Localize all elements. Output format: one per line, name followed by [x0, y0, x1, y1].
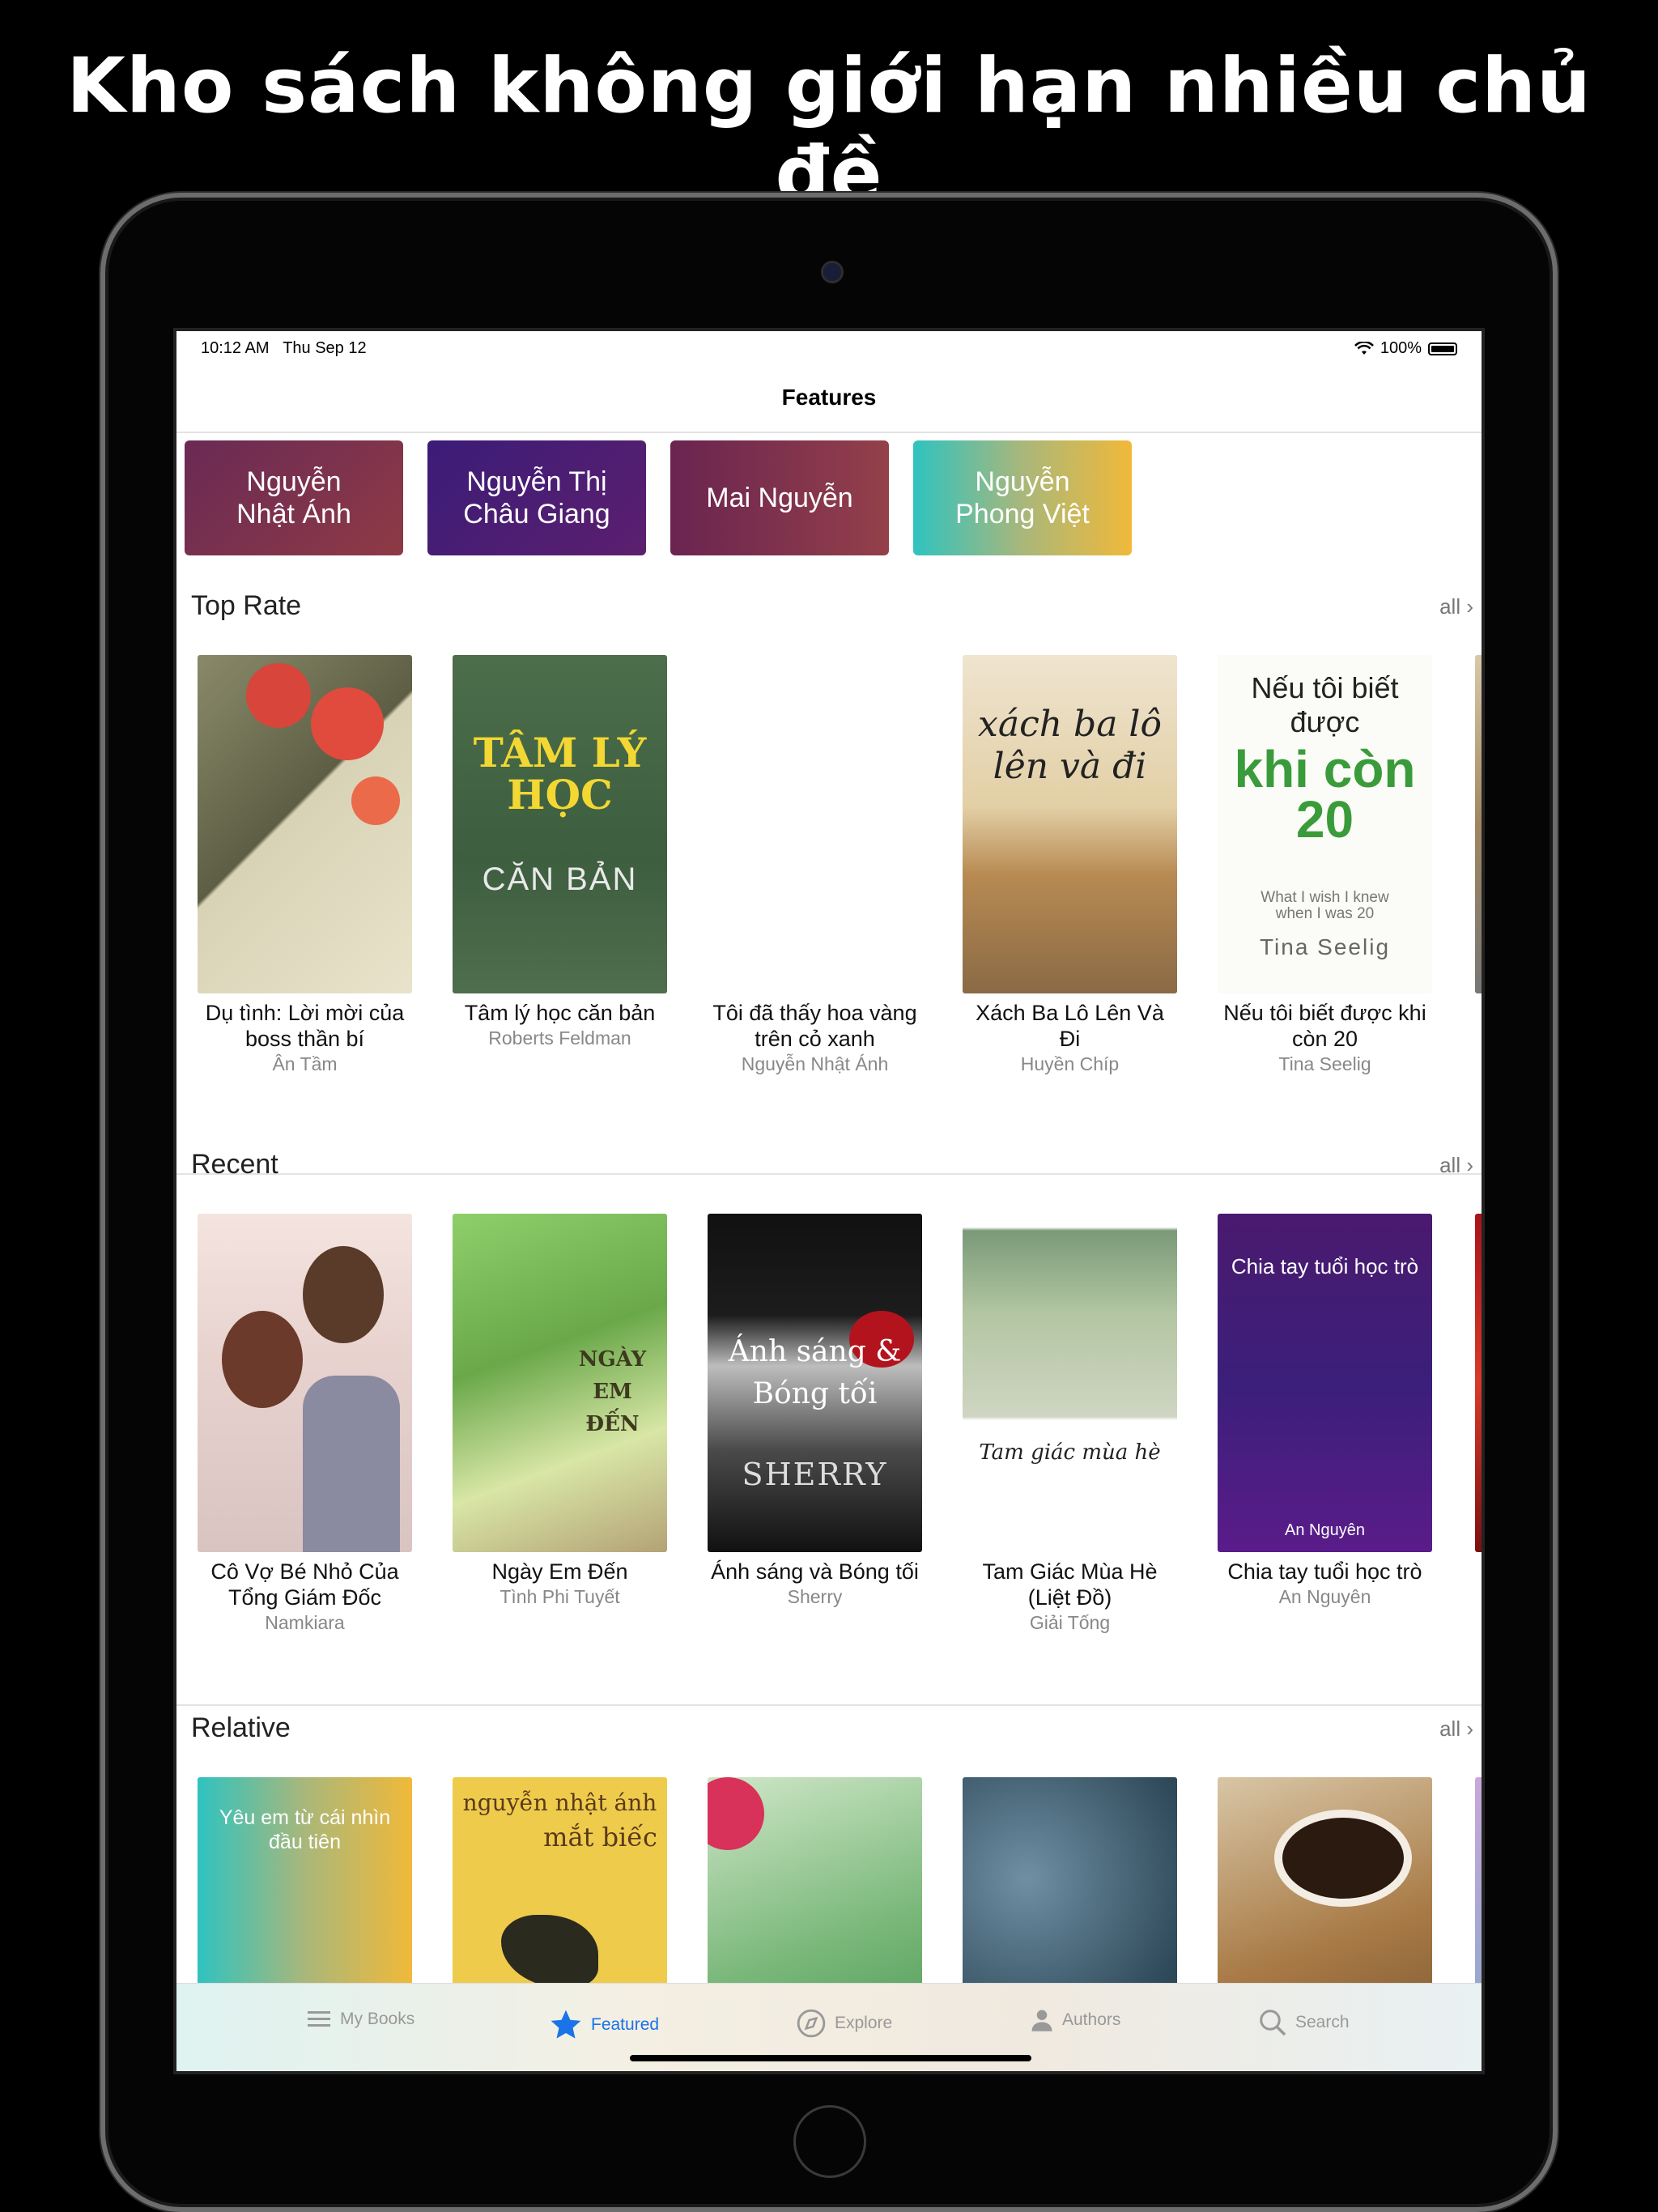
book-card[interactable]: xách ba lô lên và đi Xách Ba Lô Lên Và Đ… [963, 655, 1177, 1076]
book-cover [198, 655, 412, 993]
book-card[interactable]: Ánh sáng & Bóng tối SHERRY Ánh sáng và B… [708, 1214, 922, 1635]
book-cover-peek [1475, 655, 1482, 993]
book-card[interactable]: Tam giác mùa hè Tam Giác Mùa Hè (Liệt Đồ… [963, 1214, 1177, 1635]
home-button[interactable] [793, 2105, 866, 2178]
chevron-right-icon: › [1466, 1716, 1473, 1741]
tab-search[interactable]: Search [1258, 2008, 1350, 2037]
book-author: Ân Tầm [272, 1053, 338, 1074]
book-cover: Tam giác mùa hè [963, 1214, 1177, 1552]
tab-authors[interactable]: Authors [1030, 2008, 1120, 2032]
see-all-link[interactable]: all › [1439, 1716, 1473, 1742]
book-author: Giải Tống [1029, 1612, 1111, 1633]
person-icon [1031, 2010, 1052, 2031]
book-author: Huyền Chíp [1020, 1053, 1120, 1074]
book-author: Tình Phi Tuyết [500, 1586, 620, 1607]
book-title: Xách Ba Lô Lên Và Đi [976, 1001, 1164, 1051]
book-cover: xách ba lô lên và đi [963, 655, 1177, 993]
tab-featured[interactable]: Featured [549, 2008, 659, 2042]
home-indicator [630, 2055, 1031, 2061]
search-icon [1260, 2010, 1286, 2036]
book-card[interactable]: NGÀY EM ĐẾN Ngày Em Đến Tình Phi Tuyết [453, 1214, 667, 1635]
book-cover-peek [1475, 1214, 1482, 1552]
book-author: Nguyễn Nhật Ánh [741, 1053, 889, 1074]
book-row: Dụ tình: Lời mời của boss thần bí Ân Tầm… [198, 655, 1432, 1076]
author-chip[interactable]: Nguyễn Phong Việt [913, 440, 1132, 555]
nav-bar: Features [176, 364, 1482, 433]
book-title: Tôi đã thấy hoa vàng trên cỏ xanh [712, 1001, 917, 1051]
status-bar: 10:12 AM Thu Sep 12 100% [176, 331, 1482, 364]
book-cover: Chia tay tuổi học trò An Nguyên [1218, 1214, 1432, 1552]
book-cover: Nếu tôi biết được khi còn 20 What I wish… [1218, 655, 1432, 993]
list-icon [308, 2011, 330, 2027]
see-all-link[interactable]: all › [1439, 594, 1473, 619]
book-card[interactable]: Nếu tôi biết được khi còn 20 What I wish… [1218, 655, 1432, 1076]
book-row: Cô Vợ Bé Nhỏ Của Tổng Giám Đốc Namkiara … [198, 1214, 1432, 1635]
book-card[interactable]: Tôi đã thấy hoa vàng trên cỏ xanh Nguyễn… [708, 655, 922, 1076]
author-chips: Nguyễn Nhật Ánh Nguyễn Thị Châu Giang Mai … [185, 440, 1132, 555]
app-screen: 10:12 AM Thu Sep 12 100% Features Nguyễn… [173, 328, 1485, 2074]
book-title: Dụ tình: Lời mời của boss thần bí [205, 1001, 405, 1051]
book-author: An Nguyên [1278, 1586, 1371, 1607]
author-chip[interactable]: Mai Nguyễn [670, 440, 889, 555]
tab-bar: My Books Featured Explore Authors Search [176, 1983, 1482, 2071]
tab-explore[interactable]: Explore [796, 2008, 892, 2039]
book-title: Ngày Em Đến [491, 1559, 628, 1584]
section-title: Top Rate [191, 590, 302, 621]
book-cover [708, 655, 922, 993]
book-title: Cô Vợ Bé Nhỏ Của Tổng Giám Đốc [210, 1559, 399, 1610]
book-card[interactable]: Dụ tình: Lời mời của boss thần bí Ân Tầm [198, 655, 412, 1076]
section-title: Recent [191, 1149, 278, 1180]
book-title: Chia tay tuổi học trò [1227, 1559, 1422, 1584]
book-card[interactable]: Cô Vợ Bé Nhỏ Của Tổng Giám Đốc Namkiara [198, 1214, 412, 1635]
book-author: Namkiara [265, 1612, 345, 1633]
battery-percent: 100% [1380, 339, 1422, 357]
star-icon [551, 2010, 581, 2039]
wifi-icon [1354, 341, 1374, 355]
book-title: Tâm lý học căn bản [464, 1001, 656, 1025]
chevron-right-icon: › [1466, 594, 1473, 619]
book-card[interactable]: TÂM LÝ HỌC CĂN BẢN Tâm lý học căn bản Ro… [453, 655, 667, 1076]
book-cover: TÂM LÝ HỌC CĂN BẢN [453, 655, 667, 993]
book-title: Tam Giác Mùa Hè (Liệt Đồ) [982, 1559, 1158, 1610]
book-title: Nếu tôi biết được khi còn 20 [1223, 1001, 1426, 1051]
author-chip[interactable]: Nguyễn Nhật Ánh [185, 440, 403, 555]
tab-my-books[interactable]: My Books [306, 2008, 414, 2031]
book-cover: Ánh sáng & Bóng tối SHERRY [708, 1214, 922, 1552]
status-right: 100% [1354, 339, 1457, 358]
compass-icon [797, 2009, 826, 2038]
see-all-link[interactable]: all › [1439, 1153, 1473, 1178]
book-cover: NGÀY EM ĐẾN [453, 1214, 667, 1552]
camera-icon [821, 261, 844, 283]
page-title: Features [781, 385, 877, 410]
book-title: Ánh sáng và Bóng tối [711, 1559, 919, 1584]
book-cover [198, 1214, 412, 1552]
author-chip[interactable]: Nguyễn Thị Châu Giang [427, 440, 646, 555]
book-author: Tina Seelig [1278, 1053, 1371, 1074]
chevron-right-icon: › [1466, 1153, 1473, 1177]
section-title: Relative [191, 1712, 291, 1743]
book-author: Roberts Feldman [488, 1027, 631, 1049]
status-time: 10:12 AM Thu Sep 12 [201, 339, 367, 357]
book-author: Sherry [787, 1586, 843, 1607]
battery-icon [1428, 342, 1457, 355]
section-divider [176, 1173, 1482, 1175]
book-card[interactable]: Chia tay tuổi học trò An Nguyên Chia tay… [1218, 1214, 1432, 1635]
section-divider [176, 1704, 1482, 1706]
